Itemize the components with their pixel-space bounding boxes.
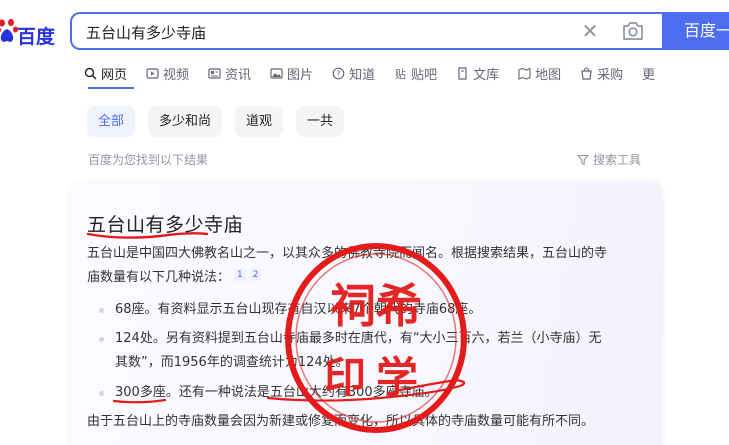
tab-shopping[interactable]: 采购 xyxy=(580,62,623,84)
card-title[interactable]: 五台山有多少寺庙 xyxy=(87,210,243,237)
news-icon xyxy=(208,67,221,79)
list-item-300: 300多座。还有一种说法是五台山大约有300多座寺庙。 xyxy=(115,385,438,400)
search-tools-label: 搜索工具 xyxy=(593,153,642,167)
tab-web[interactable]: 网页 xyxy=(84,62,127,84)
filter-icon xyxy=(577,154,589,165)
vertical-tabs: 网页 视频 资讯 图片 ? 知道 贴 贴吧 文库 地图 采购 更 xyxy=(84,62,674,84)
search-query-text: 五台山有多少寺庙 xyxy=(86,24,207,42)
list-item-124: 124处。另有资料提到五台山寺庙最多时在唐代，有“大小三百六，若兰（小寺庙）无 … xyxy=(115,327,645,375)
tab-video[interactable]: 视频 xyxy=(146,62,189,84)
chip-total[interactable]: 一共 xyxy=(296,106,345,137)
logo-text: 百度 xyxy=(17,26,56,48)
tab-tieba[interactable]: 贴 贴吧 xyxy=(394,62,437,84)
camera-icon[interactable] xyxy=(621,20,645,42)
map-icon xyxy=(518,67,531,80)
tab-label: 图片 xyxy=(287,67,314,83)
tab-more[interactable]: 更 xyxy=(642,62,655,84)
close-icon[interactable]: ✕ xyxy=(579,20,601,42)
card-intro: 五台山是中国四大佛教名山之一，以其众多的佛教寺院而闻名。根据搜索结果，五台山的寺… xyxy=(87,242,661,290)
card-intro-line2: 庙数量有以下几种说法： xyxy=(87,270,231,285)
tab-label: 网页 xyxy=(101,67,128,83)
bullet-dot xyxy=(99,337,104,342)
tab-label: 更 xyxy=(642,67,656,83)
svg-text:贴: 贴 xyxy=(395,67,406,80)
result-count: 百度为您找到以下结果 xyxy=(88,153,209,167)
list-item-124-line2: 其数”，而1956年的调查统计为124处。 xyxy=(115,355,349,370)
search-button[interactable]: 百度一 xyxy=(662,12,729,50)
baidu-logo[interactable]: 百度 xyxy=(0,14,58,48)
tieba-icon: 贴 xyxy=(395,67,406,80)
card-footer-note: 由于五台山上的寺庙数量会因为新建或修复而变化，所以具体的寺庙数量可能有所不同。 xyxy=(87,414,595,429)
svg-text:?: ? xyxy=(336,69,340,78)
question-icon: ? xyxy=(332,67,345,79)
tab-news[interactable]: 资讯 xyxy=(208,62,251,84)
chip-monks[interactable]: 多少和尚 xyxy=(148,106,223,137)
image-icon xyxy=(270,67,283,79)
paw-icon xyxy=(0,18,18,42)
tab-label: 资讯 xyxy=(225,67,252,83)
chip-taoist[interactable]: 道观 xyxy=(235,106,284,137)
shopping-icon xyxy=(581,66,592,80)
chip-all[interactable]: 全部 xyxy=(87,106,136,137)
tab-images[interactable]: 图片 xyxy=(270,62,313,84)
tab-label: 地图 xyxy=(535,67,562,83)
filter-chips: 全部 多少和尚 道观 一共 xyxy=(87,106,357,137)
tab-wenku[interactable]: 文库 xyxy=(456,62,499,84)
tab-label: 知道 xyxy=(349,67,376,83)
card-intro-line1: 五台山是中国四大佛教名山之一，以其众多的佛教寺院而闻名。根据搜索结果，五台山的寺 xyxy=(87,246,608,261)
document-icon xyxy=(458,66,467,80)
tab-label: 采购 xyxy=(597,67,624,83)
reference-badge-2[interactable]: 2 xyxy=(249,269,262,281)
search-tools-button[interactable]: 搜索工具 xyxy=(577,151,641,168)
tab-label: 视频 xyxy=(163,67,190,83)
search-icon xyxy=(84,67,97,80)
bullet-dot xyxy=(99,391,104,396)
reference-badge-1[interactable]: 1 xyxy=(234,269,246,281)
list-item-124-line1: 124处。另有资料提到五台山寺庙最多时在唐代，有“大小三百六，若兰（小寺庙）无 xyxy=(115,331,602,346)
list-item-68: 68座。有资料显示五台山现存有自汉以来7个朝代的寺庙68座。 xyxy=(115,302,482,317)
video-icon xyxy=(146,67,159,79)
bullet-dot xyxy=(99,308,104,313)
card-intro-line2-wrap: 庙数量有以下几种说法： 1 2 xyxy=(87,266,661,290)
tab-zhidao[interactable]: ? 知道 xyxy=(332,62,375,84)
active-tab-indicator xyxy=(88,87,134,89)
tab-map[interactable]: 地图 xyxy=(518,62,561,84)
tab-label: 文库 xyxy=(473,67,500,83)
tab-label: 贴吧 xyxy=(411,67,438,83)
search-input[interactable]: 五台山有多少寺庙 ✕ xyxy=(70,12,662,50)
